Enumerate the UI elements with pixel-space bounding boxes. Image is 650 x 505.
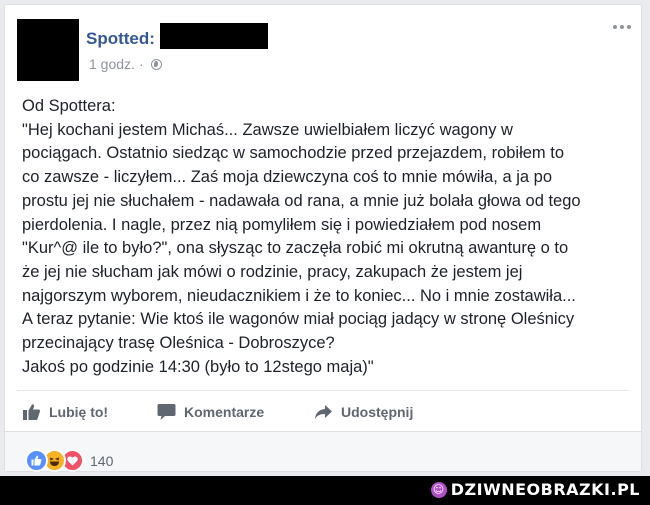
dot-icon — [620, 25, 624, 29]
reactions-summary[interactable]: 140 — [25, 449, 113, 472]
comment-button[interactable]: Komentarze — [157, 403, 264, 421]
post-line: Od Spottera: — [22, 97, 116, 115]
post-line: pierdolenia. I nagle, przez nią pomyliłe… — [22, 215, 542, 234]
page-name[interactable]: Spotted: — [86, 29, 155, 49]
dot-icon — [627, 25, 631, 29]
globe-icon[interactable] — [150, 58, 162, 70]
brand-logo-icon: ☺ — [430, 481, 447, 498]
post-timestamp[interactable]: 1 godz. — [89, 56, 135, 72]
reaction-count: 140 — [90, 452, 114, 469]
post-card: Spotted: 1 godz. · Od Spottera: "Hej koc… — [4, 4, 642, 472]
page-avatar[interactable] — [17, 19, 79, 81]
post-actions: Lubię to! Komentarze Udostępnij — [5, 398, 641, 428]
site-brand: ☺ DZIWNEOBRAZKI.PL — [430, 480, 640, 499]
like-icon — [25, 449, 48, 472]
post-line: co zawsze - liczyłem... Zaś moja dziewcz… — [22, 168, 553, 187]
post-options-button[interactable] — [613, 25, 631, 29]
post-line: pociągach. Ostatnio siedząc w samochodzi… — [22, 144, 565, 163]
comment-icon — [157, 404, 176, 420]
post-meta: 1 godz. · — [89, 56, 162, 72]
post-line: prostu jej nie słuchałem - nadawała od r… — [22, 191, 581, 210]
post-line: że jej nie słucham jak mówi o rodzinie, … — [22, 262, 523, 281]
thumbs-up-icon — [23, 404, 41, 420]
like-label: Lubię to! — [49, 404, 109, 420]
share-label: Udostępnij — [341, 404, 414, 420]
redaction-bar — [160, 23, 268, 49]
post-line: "Kur^@ ile to było?", ona słysząc to zac… — [22, 239, 569, 258]
watermark-bar: ☺ DZIWNEOBRAZKI.PL — [0, 476, 650, 505]
actions-divider-top — [17, 390, 629, 391]
like-button[interactable]: Lubię to! — [22, 403, 108, 421]
post-line: Jakoś po godzinie 14:30 (było to 12stego… — [22, 357, 374, 376]
post-line: przecinający trasę Oleśnica - Dobroszyce… — [22, 334, 335, 353]
post-line: "Hej kochani jestem Michaś... Zawsze uwi… — [22, 120, 513, 139]
share-button[interactable]: Udostępnij — [314, 403, 413, 421]
share-icon — [315, 405, 332, 419]
post-text: Od Spottera: "Hej kochani jestem Michaś.… — [22, 95, 634, 379]
dot-icon — [613, 25, 617, 29]
post-line: A teraz pytanie: Wie ktoś ile wagonów mi… — [22, 310, 575, 329]
comment-label: Komentarze — [184, 404, 265, 420]
post-line: najgorszym wyborem, nieudacznikiem i że … — [22, 286, 576, 305]
meta-separator: · — [138, 56, 144, 72]
brand-name: DZIWNEOBRAZKI.PL — [450, 480, 640, 499]
